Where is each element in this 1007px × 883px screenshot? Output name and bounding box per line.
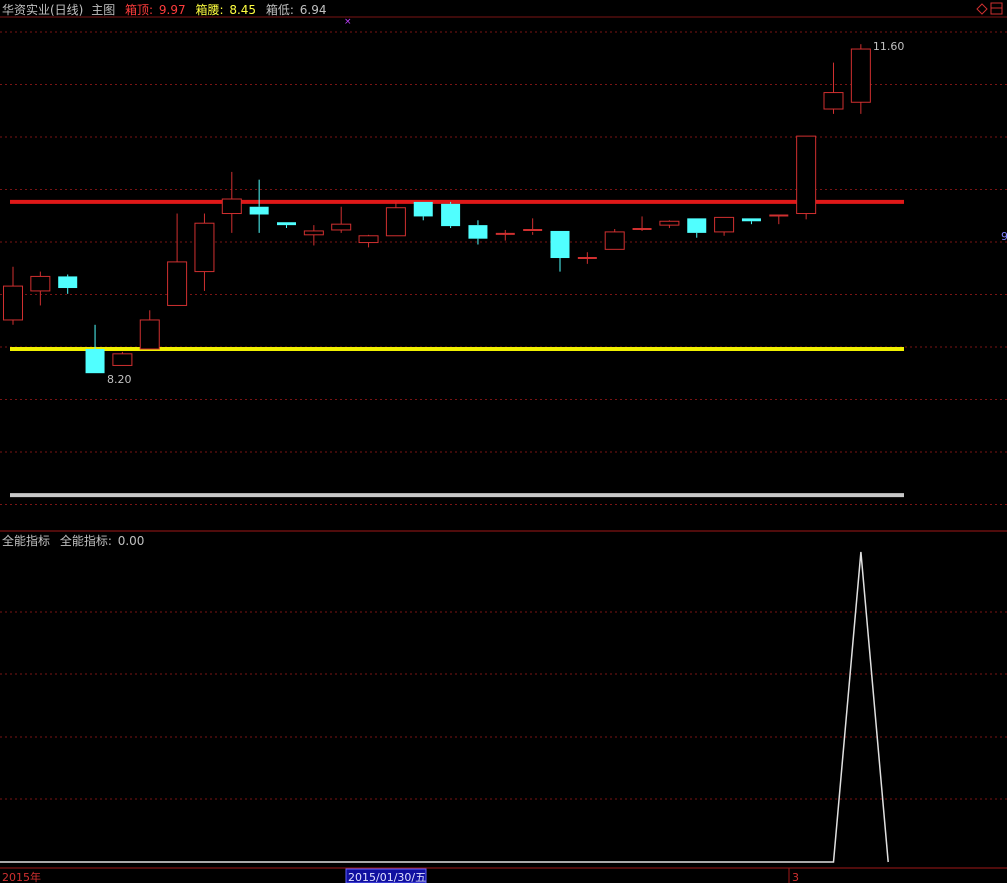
- candle-body: [167, 261, 188, 306]
- candle: [139, 310, 160, 350]
- candle-body: [441, 203, 461, 227]
- candle-body: [413, 201, 433, 217]
- candle-body: [58, 276, 78, 289]
- candle-body: [687, 218, 707, 233]
- candle: [112, 351, 133, 366]
- candlestick-series[interactable]: [3, 44, 871, 374]
- indicator-panel-grid: [0, 611, 1007, 800]
- cursor-date: 2015/01/30/五: [348, 871, 426, 883]
- candle: [385, 201, 406, 237]
- candle-body: [741, 218, 761, 222]
- candle-body: [796, 135, 817, 215]
- indicator-title[interactable]: 全能指标: [2, 533, 50, 548]
- candle-body: [139, 319, 160, 350]
- chart-label: 主图: [91, 3, 115, 17]
- candle: [495, 229, 515, 241]
- candle-body: [249, 206, 269, 215]
- candle-body: [85, 348, 105, 374]
- candle-body: [714, 216, 735, 233]
- main-panel-grid: [0, 31, 1007, 505]
- candle: [659, 220, 680, 229]
- candle-body: [303, 230, 324, 236]
- svg-text:全能指标 全能指标: 0.00: 全能指标 全能指标: 0.00: [2, 533, 144, 548]
- right-edge-mark: 9: [1001, 230, 1007, 243]
- candle: [687, 218, 707, 238]
- candle: [58, 274, 78, 294]
- candle-body: [277, 222, 296, 226]
- candle: [331, 206, 352, 233]
- candle: [221, 171, 242, 233]
- candle-body: [604, 231, 625, 250]
- candle-body: [468, 225, 488, 239]
- candle-body: [823, 92, 844, 110]
- candle: [550, 230, 570, 272]
- indicator-line: [0, 551, 889, 863]
- candle: [604, 229, 625, 250]
- indicator-legend-value: 0.00: [118, 534, 145, 548]
- candle: [167, 213, 188, 306]
- box-top-value: 9.97: [159, 3, 186, 17]
- box-top-label: 箱顶:: [125, 2, 153, 17]
- candle: [413, 201, 433, 221]
- stock-name[interactable]: 华资实业(日线): [2, 2, 83, 17]
- annotation-label: 11.60: [873, 40, 905, 53]
- candle-body: [550, 230, 570, 259]
- candle-body: [385, 207, 406, 237]
- candle: [441, 201, 461, 229]
- candle: [823, 62, 844, 114]
- candle: [796, 135, 817, 220]
- candle: [194, 213, 215, 291]
- candle: [277, 222, 296, 229]
- candle-body: [659, 220, 680, 226]
- axis-tick-label: 3: [792, 871, 799, 883]
- candle-body: [112, 353, 133, 366]
- indicator-legend-label: 全能指标:: [60, 533, 112, 548]
- indicator-series: [0, 551, 889, 863]
- box-mid-value: 8.45: [229, 3, 256, 17]
- candle-body: [194, 222, 215, 273]
- candle: [741, 218, 761, 225]
- candle: [3, 266, 23, 325]
- candle: [769, 214, 789, 225]
- candle-body: [3, 285, 23, 321]
- year-label: 2015年: [2, 870, 41, 883]
- box-low-value: 6.94: [300, 3, 327, 17]
- svg-text:华资实业(日线) 主图 箱顶: 9.: 华资实业(日线) 主图 箱顶: 9.97 箱腰: 8.45 箱低: 6.94: [2, 2, 326, 17]
- candle: [523, 218, 543, 235]
- candle-body: [30, 275, 51, 292]
- candle-body: [850, 48, 871, 103]
- candle: [850, 44, 871, 114]
- candle: [30, 271, 51, 306]
- marker-icon: ×: [344, 17, 352, 27]
- candle: [358, 234, 379, 248]
- box-mid-label: 箱腰:: [195, 2, 223, 17]
- candle-body: [221, 198, 242, 215]
- stock-chart[interactable]: 8.2011.60 华资实业(日线) 主图 箱顶: 9.97 箱腰: 8.45 …: [0, 0, 1007, 883]
- candle: [85, 324, 105, 374]
- candle: [714, 216, 735, 236]
- candle: [632, 216, 652, 231]
- candle: [577, 252, 597, 264]
- diamond-icon[interactable]: [976, 3, 988, 15]
- annotation-label: 8.20: [107, 373, 132, 386]
- candle: [249, 179, 269, 233]
- candle: [468, 220, 488, 245]
- candle-body: [331, 223, 352, 231]
- box-low-label: 箱低:: [266, 2, 294, 17]
- candle-body: [358, 235, 379, 244]
